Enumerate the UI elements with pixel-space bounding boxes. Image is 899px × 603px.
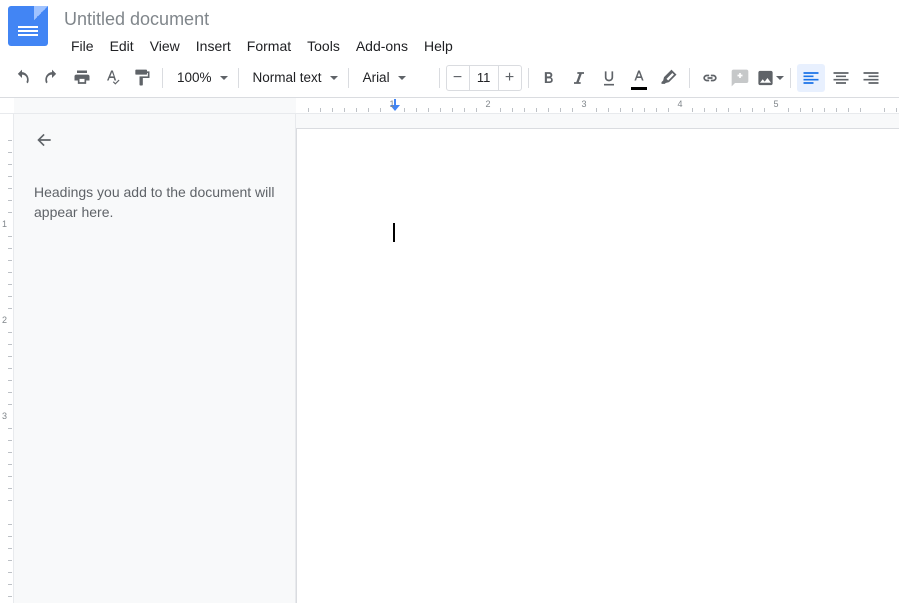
separator [528,68,529,88]
separator [790,68,791,88]
zoom-dropdown[interactable]: 100% [169,64,232,92]
menu-help[interactable]: Help [417,34,460,58]
ruler-number: 5 [773,99,778,109]
print-button[interactable] [68,64,96,92]
ruler-number: 3 [2,411,7,421]
insert-image-button[interactable] [756,64,784,92]
header: Untitled document FileEditViewInsertForm… [0,0,899,58]
outline-empty-text: Headings you add to the document will ap… [34,182,275,223]
caret-down-icon [776,76,784,80]
workspace: 1 2 3 Headings you add to the document wil… [0,114,899,603]
docs-logo-icon[interactable] [8,6,48,46]
menu-tools[interactable]: Tools [300,34,347,58]
ruler-number: 4 [677,99,682,109]
redo-button[interactable] [38,64,66,92]
outline-collapse-button[interactable] [34,130,58,154]
text-color-button[interactable] [625,64,653,92]
font-size-decrease-button[interactable]: − [447,66,469,90]
paint-format-button[interactable] [128,64,156,92]
spellcheck-button[interactable] [98,64,126,92]
menu-format[interactable]: Format [240,34,298,58]
undo-button[interactable] [8,64,36,92]
separator [348,68,349,88]
highlight-color-button[interactable] [655,64,683,92]
toolbar: 100% Normal text Arial − 11 + [0,58,899,98]
add-comment-button [726,64,754,92]
document-title[interactable]: Untitled document [64,6,460,32]
bold-button[interactable] [535,64,563,92]
caret-down-icon [330,76,338,80]
menu-insert[interactable]: Insert [189,34,238,58]
font-size-increase-button[interactable]: + [499,66,521,90]
menu-view[interactable]: View [143,34,187,58]
separator [238,68,239,88]
ruler-number: 1 [389,99,394,109]
align-center-button[interactable] [827,64,855,92]
underline-button[interactable] [595,64,623,92]
title-area: Untitled document FileEditViewInsertForm… [64,6,460,58]
caret-down-icon [398,76,406,80]
ruler-number: 1 [2,219,7,229]
font-size-input[interactable]: 11 [469,66,499,90]
insert-link-button[interactable] [696,64,724,92]
menubar: FileEditViewInsertFormatToolsAdd-onsHelp [64,34,460,58]
ruler-number: 2 [485,99,490,109]
document-page[interactable] [296,128,899,603]
ruler-number: 2 [2,315,7,325]
outline-panel: Headings you add to the document will ap… [14,114,296,603]
separator [439,68,440,88]
menu-file[interactable]: File [64,34,101,58]
paragraph-style-dropdown[interactable]: Normal text [245,64,342,92]
vertical-ruler[interactable]: 1 2 3 [0,114,14,603]
ruler-number: 3 [581,99,586,109]
separator [689,68,690,88]
font-family-dropdown[interactable]: Arial [355,64,433,92]
separator [162,68,163,88]
align-left-button[interactable] [797,64,825,92]
menu-addons[interactable]: Add-ons [349,34,415,58]
text-cursor [393,223,395,242]
menu-edit[interactable]: Edit [103,34,141,58]
caret-down-icon [220,76,228,80]
horizontal-ruler[interactable]: 1 2 3 4 5 [0,98,899,114]
italic-button[interactable] [565,64,593,92]
font-size-stepper: − 11 + [446,65,522,91]
align-right-button[interactable] [857,64,885,92]
